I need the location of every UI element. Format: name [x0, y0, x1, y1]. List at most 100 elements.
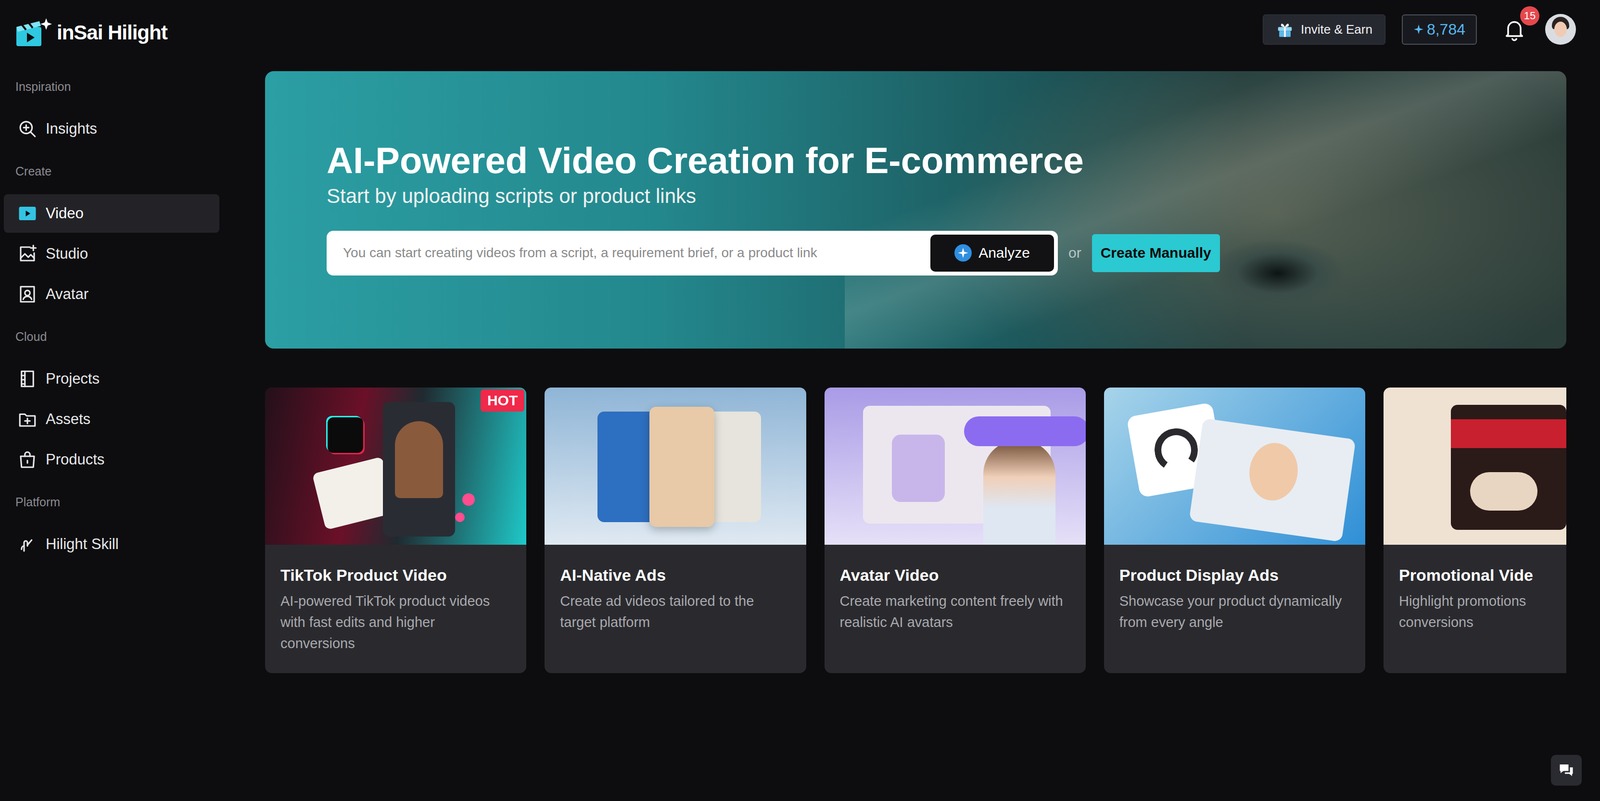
notification-count: 15: [1520, 6, 1540, 26]
hot-badge: HOT: [480, 389, 525, 412]
person-photo: [1188, 418, 1356, 543]
phone-photo: [597, 411, 656, 523]
sidebar-item[interactable]: Studio: [3, 234, 220, 274]
card-description: Showcase your product dynamically from e…: [1119, 590, 1350, 634]
template-card[interactable]: AI-Native Ads Create ad videos tailored t…: [544, 387, 806, 674]
main: Invite & Earn 8,784 15 AI-Powered Video Cre…: [219, 0, 1600, 801]
card-image: HOT: [265, 387, 527, 546]
card-image: [544, 387, 806, 546]
sparkle-icon: [954, 244, 972, 262]
section-label: Cloud: [3, 315, 220, 358]
sidebar-item-label: Projects: [45, 370, 100, 388]
heart-icon: [455, 512, 465, 523]
invite-label: Invite & Earn: [1300, 22, 1373, 38]
sidebar-item-icon: [17, 409, 38, 430]
section-label: Platform: [3, 481, 220, 524]
sidebar-item-label: Insights: [45, 120, 98, 138]
logo[interactable]: inSai Hilight: [3, 0, 220, 66]
prompt-input[interactable]: You can start creating videos from a scr…: [326, 230, 1058, 276]
chat-button[interactable]: [1550, 755, 1582, 787]
sidebar-item-label: Assets: [45, 410, 91, 429]
card-title: Promotional Vide: [1398, 566, 1551, 585]
template-card[interactable]: Promotional Vide Highlight promotions con…: [1383, 387, 1567, 674]
analyze-button[interactable]: Analyze: [930, 234, 1054, 272]
tiktok-logo-block: [327, 417, 364, 454]
sidebar-item[interactable]: Video: [3, 194, 220, 233]
clapperboard-logo-icon: [15, 17, 52, 49]
card-image: [1104, 387, 1366, 546]
card-body: Product Display Ads Showcase your product…: [1104, 545, 1366, 653]
cake-shape: [1470, 472, 1538, 511]
sidebar-item-label: Hilight Skill: [45, 535, 119, 554]
sidebar-item[interactable]: Avatar: [3, 275, 220, 314]
card-image: [1383, 387, 1567, 546]
person-photo: [394, 421, 444, 499]
sidebar-item[interactable]: Projects: [3, 359, 220, 399]
user-avatar[interactable]: [1545, 13, 1576, 45]
sidebar-item-icon: [17, 243, 38, 265]
sidebar-item-icon: [17, 284, 38, 305]
avatar-photo: [983, 440, 1056, 546]
hero-input-row: You can start creating videos from a scr…: [326, 230, 1567, 276]
prompt-placeholder: You can start creating videos from a scr…: [342, 245, 923, 261]
sparkle-icon: [1413, 24, 1424, 35]
sidebar-item-icon: [17, 368, 38, 390]
sidebar-item-icon: [17, 534, 38, 555]
card-title: Product Display Ads: [1119, 566, 1350, 585]
head-shape: [1245, 440, 1302, 505]
credits-value: 8,784: [1426, 20, 1466, 39]
heart-icon: [462, 493, 475, 507]
bottle-shape: [891, 434, 945, 503]
card-title: Avatar Video: [839, 566, 1071, 585]
invite-button[interactable]: Invite & Earn: [1262, 14, 1386, 45]
card-description: Highlight promotions conversions: [1398, 590, 1551, 634]
template-card[interactable]: Product Display Ads Showcase your product…: [1104, 387, 1366, 674]
content: AI-Powered Video Creation for E-commerce…: [219, 71, 1600, 674]
card-body: TikTok Product Video AI-powered TikTok pr…: [265, 545, 527, 674]
sidebar-item-label: Products: [45, 451, 105, 469]
card-body: AI-Native Ads Create ad videos tailored t…: [544, 545, 806, 653]
create-manually-button[interactable]: Create Manually: [1092, 234, 1220, 273]
hero-title: AI-Powered Video Creation for E-commerce: [326, 138, 1567, 183]
template-card[interactable]: HOT TikTok Product Video AI-powered TikTok…: [265, 387, 527, 674]
notifications-button[interactable]: 15: [1499, 14, 1529, 44]
chat-bubbles-icon: [1557, 761, 1575, 780]
card-title: AI-Native Ads: [559, 566, 791, 585]
template-cards: HOT TikTok Product Video AI-powered TikTok…: [265, 387, 1567, 674]
promo-banner-shape: [1450, 419, 1567, 449]
sidebar: inSai Hilight Inspiration Insights Create Vi…: [0, 0, 220, 801]
card-title: TikTok Product Video: [280, 566, 511, 585]
sidebar-item[interactable]: Assets: [3, 400, 220, 439]
sidebar-item-icon: [17, 449, 38, 470]
phone-photo: [382, 402, 456, 537]
card-body: Promotional Vide Highlight promotions con…: [1383, 545, 1567, 653]
sidebar-item[interactable]: Products: [3, 440, 220, 480]
voice-wave-bubble: [964, 416, 1086, 447]
card-description: Create ad videos tailored to the target …: [559, 590, 791, 634]
sidebar-item-icon: [17, 118, 38, 140]
section-label: Inspiration: [3, 65, 220, 108]
sidebar-item-label: Studio: [45, 245, 89, 263]
hero-subtitle: Start by uploading scripts or product li…: [326, 184, 1567, 209]
top-bar: Invite & Earn 8,784 15: [219, 0, 1600, 72]
section-label: Create: [3, 150, 220, 193]
card-description: Create marketing content freely with rea…: [839, 590, 1071, 634]
template-card[interactable]: Avatar Video Create marketing content fre…: [824, 387, 1086, 674]
sidebar-item-label: Avatar: [45, 285, 89, 304]
sidebar-item[interactable]: Hilight Skill: [3, 525, 220, 564]
sidebar-item[interactable]: Insights: [3, 109, 220, 149]
card-image: [824, 387, 1086, 546]
logo-text: inSai Hilight: [56, 21, 168, 45]
gift-icon: [1275, 20, 1295, 39]
analyze-label: Analyze: [978, 244, 1030, 262]
hero-image: [844, 71, 1567, 349]
or-label: or: [1068, 244, 1082, 262]
credits-badge[interactable]: 8,784: [1401, 14, 1477, 45]
app-page: inSai Hilight Inspiration Insights Create Vi…: [0, 0, 1600, 801]
promo-photo: [1450, 405, 1567, 531]
avatar-face: [1554, 21, 1567, 38]
headphones-shape: [1151, 425, 1202, 476]
card-description: AI-powered TikTok product videos with fa…: [280, 590, 511, 655]
sidebar-item-label: Video: [45, 204, 84, 223]
sidebar-item-icon: [17, 203, 38, 224]
